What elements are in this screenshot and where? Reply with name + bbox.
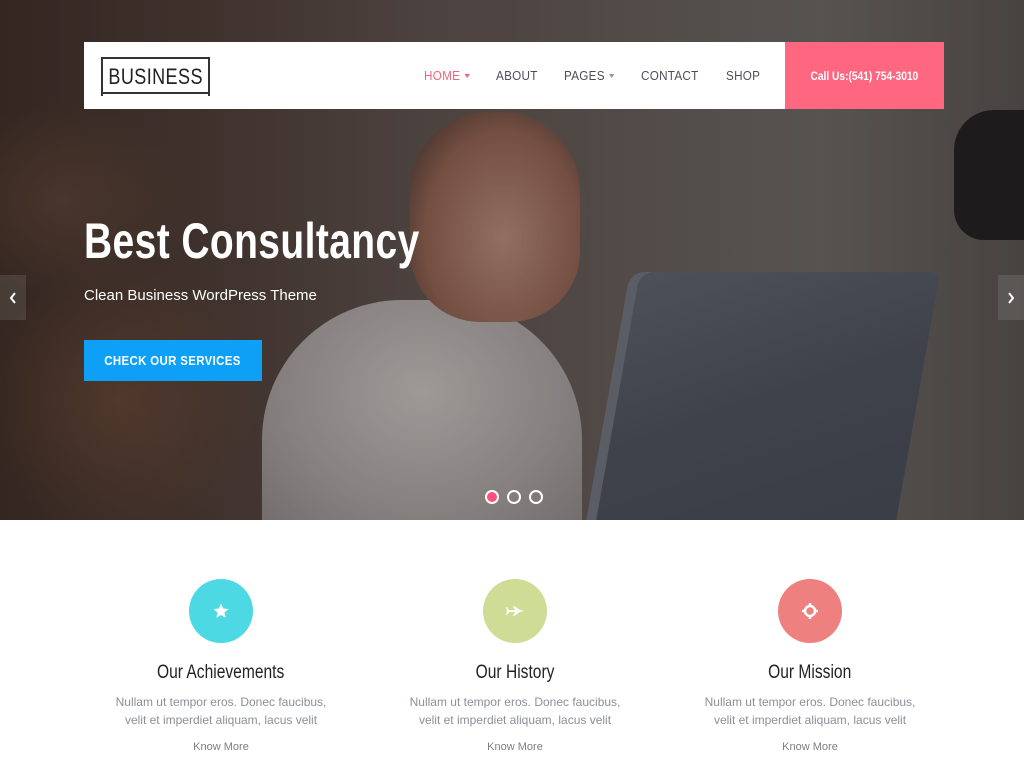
feature-description: Nullam ut tempor eros. Donec faucibus, v… xyxy=(115,695,327,727)
know-more-link[interactable]: Know More xyxy=(375,741,655,753)
logo-text: BUSINESS xyxy=(108,63,203,89)
know-more-link[interactable]: Know More xyxy=(81,741,361,753)
site-logo[interactable]: BUSINESS xyxy=(101,57,210,96)
feature-icon-circle xyxy=(778,579,842,643)
feature-title: Our History xyxy=(475,662,555,683)
nav-home-label: HOME xyxy=(424,68,461,83)
feature-mission: Our Mission Nullam ut tempor eros. Donec… xyxy=(670,579,950,753)
nav-about[interactable]: ABOUT xyxy=(496,68,538,83)
feature-title: Our Achievements xyxy=(157,662,285,683)
chevron-down-icon xyxy=(464,73,471,78)
features-section: Our Achievements Nullam ut tempor eros. … xyxy=(0,520,1024,768)
nav-home[interactable]: HOME xyxy=(424,68,471,83)
chevron-right-icon xyxy=(1008,291,1015,304)
slider-dot-1[interactable] xyxy=(485,490,499,504)
nav-contact-label: CONTACT xyxy=(640,68,699,83)
nav-about-label: ABOUT xyxy=(496,68,538,83)
hero-subtitle: Clean Business WordPress Theme xyxy=(84,287,317,304)
slider-prev-button[interactable] xyxy=(0,275,26,320)
feature-description: Nullam ut tempor eros. Donec faucibus, v… xyxy=(704,695,916,727)
main-nav: HOME ABOUT PAGES CONTACT SHOP BLOG xyxy=(424,42,843,109)
nav-shop[interactable]: SHOP xyxy=(726,68,760,83)
nav-contact[interactable]: CONTACT xyxy=(641,68,699,83)
crosshair-icon xyxy=(802,603,818,619)
slider-dot-3[interactable] xyxy=(529,490,543,504)
chevron-left-icon xyxy=(9,291,16,304)
know-more-link[interactable]: Know More xyxy=(670,741,950,753)
nav-pages-label: PAGES xyxy=(563,68,605,83)
plane-icon xyxy=(506,606,524,616)
feature-title: Our Mission xyxy=(768,662,852,683)
feature-description: Nullam ut tempor eros. Donec faucibus, v… xyxy=(409,695,621,727)
nav-pages[interactable]: PAGES xyxy=(564,68,615,83)
feature-icon-circle xyxy=(189,579,253,643)
feature-history: Our History Nullam ut tempor eros. Donec… xyxy=(375,579,655,753)
star-icon xyxy=(213,603,229,618)
check-services-button[interactable]: CHECK OUR SERVICES xyxy=(84,340,262,381)
call-us-label: Call Us:(541) 754-3010 xyxy=(810,68,919,83)
hero-title: Best Consultancy xyxy=(84,213,420,269)
slider-dot-2[interactable] xyxy=(507,490,521,504)
site-header: BUSINESS HOME ABOUT PAGES CONTACT SHOP B… xyxy=(84,42,944,109)
call-us-button[interactable]: Call Us:(541) 754-3010 xyxy=(785,42,944,109)
check-services-label: CHECK OUR SERVICES xyxy=(104,353,242,368)
chevron-down-icon xyxy=(608,73,615,78)
slider-next-button[interactable] xyxy=(998,275,1024,320)
slider-pagination xyxy=(485,490,543,504)
feature-icon-circle xyxy=(483,579,547,643)
nav-shop-label: SHOP xyxy=(725,68,761,83)
feature-achievements: Our Achievements Nullam ut tempor eros. … xyxy=(81,579,361,753)
